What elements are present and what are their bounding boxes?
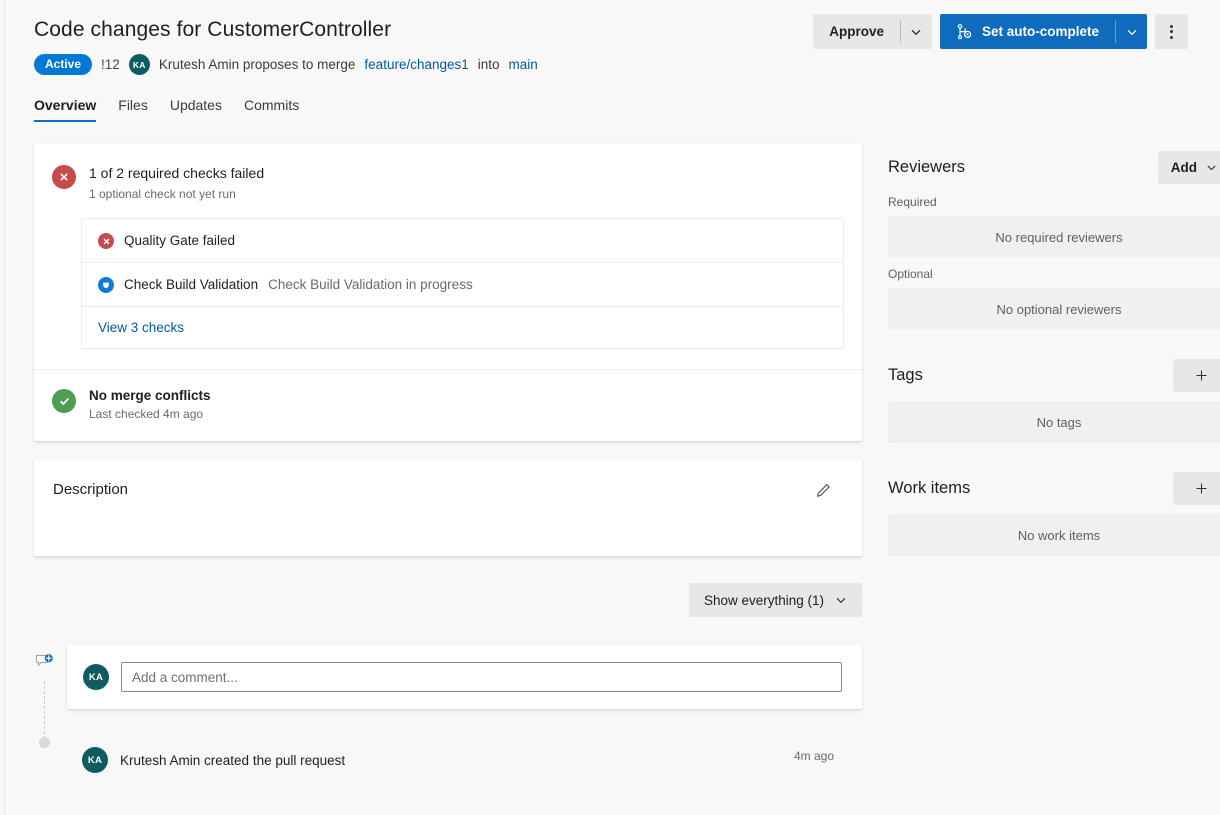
- tab-commits[interactable]: Commits: [244, 97, 299, 122]
- description-card: Description: [34, 459, 862, 556]
- status-badge: Active: [34, 54, 93, 75]
- plus-icon: [1196, 483, 1207, 493]
- description-title: Description: [53, 481, 129, 498]
- auto-complete-split-button: Set auto-complete: [939, 14, 1147, 49]
- timeline-rail: [31, 653, 59, 773]
- chevron-down-icon: [912, 29, 921, 35]
- activity-text: Krutesh Amin created the pull request: [120, 752, 346, 768]
- approve-dropdown-button[interactable]: [901, 14, 932, 49]
- tags-title: Tags: [888, 365, 923, 384]
- checkmark-circle-icon: [52, 389, 76, 413]
- required-reviewers-label: Required: [888, 195, 937, 209]
- avatar: KA: [83, 664, 109, 690]
- tags-header: Tags: [888, 356, 1220, 394]
- activity-timestamp: 4m ago: [793, 749, 834, 763]
- pencil-icon: [817, 484, 830, 497]
- merge-status-title: No merge conflicts: [89, 388, 211, 403]
- pr-meta-row: Active !12 KA Krutesh Amin proposes to m…: [34, 54, 1200, 75]
- show-everything-dropdown[interactable]: Show everything (1): [688, 583, 862, 617]
- approve-split-button: Approve: [813, 14, 932, 49]
- header-actions: Approve Set auto-complete: [813, 14, 1188, 49]
- error-circle-icon: [52, 165, 76, 189]
- set-auto-complete-label: Set auto-complete: [981, 24, 1099, 39]
- optional-reviewers-empty: No optional reviewers: [888, 288, 1220, 330]
- add-tag-button[interactable]: [1173, 358, 1220, 392]
- checks-summary-text: 1 of 2 required checks failed 1 optional…: [89, 164, 264, 201]
- check-name: Check Build Validation: [124, 277, 259, 292]
- required-reviewers-empty: No required reviewers: [888, 216, 1220, 258]
- source-branch-link[interactable]: feature/changes1: [364, 57, 468, 72]
- checks-card: 1 of 2 required checks failed 1 optional…: [34, 144, 862, 441]
- approve-button[interactable]: Approve: [813, 14, 900, 49]
- work-items-empty: No work items: [888, 514, 1220, 556]
- chevron-down-icon: [1207, 165, 1216, 170]
- tab-overview[interactable]: Overview: [34, 97, 97, 122]
- tags-empty: No tags: [888, 401, 1220, 443]
- check-name: Quality Gate failed: [124, 233, 236, 248]
- view-checks-link[interactable]: View 3 checks: [98, 320, 184, 335]
- add-reviewer-button[interactable]: Add: [1157, 150, 1220, 184]
- into-text: into: [477, 57, 500, 72]
- add-work-item-button[interactable]: [1173, 471, 1220, 505]
- branch-gear-icon: [957, 24, 972, 40]
- edit-description-button[interactable]: [815, 482, 832, 504]
- merge-status: No merge conflicts Last checked 4m ago: [34, 370, 862, 441]
- check-row[interactable]: Quality Gate failed: [82, 219, 843, 263]
- optional-reviewers-label: Optional: [888, 267, 933, 281]
- chevron-down-icon: [1127, 29, 1136, 35]
- work-items-section: Work items No work items: [888, 469, 1220, 556]
- pull-request-page: Code changes for CustomerController Acti…: [0, 0, 1220, 773]
- reviewers-title: Reviewers: [888, 157, 966, 176]
- timeline-connector: [44, 681, 45, 739]
- checks-summary-title: 1 of 2 required checks failed: [89, 165, 265, 181]
- activity-timeline: KA KA Krutesh Amin created the pull requ…: [34, 645, 862, 773]
- plus-icon: [1196, 370, 1207, 380]
- add-comment-card: KA: [67, 645, 862, 709]
- comment-input[interactable]: [121, 662, 842, 692]
- page-body: 1 of 2 required checks failed 1 optional…: [20, 122, 1220, 773]
- tab-files[interactable]: Files: [118, 97, 148, 122]
- avatar: KA: [82, 747, 108, 773]
- tags-section: Tags No tags: [888, 356, 1220, 443]
- avatar: KA: [128, 54, 150, 75]
- more-vertical-icon: [1170, 24, 1173, 28]
- tab-bar: Overview Files Updates Commits: [20, 75, 1200, 122]
- reviewers-header: Reviewers Add: [888, 148, 1220, 186]
- show-everything-label: Show everything (1): [703, 592, 824, 608]
- chevron-down-icon: [836, 597, 846, 604]
- checks-summary: 1 of 2 required checks failed 1 optional…: [34, 144, 862, 201]
- work-items-header: Work items: [888, 469, 1220, 507]
- checks-summary-subtitle: 1 optional check not yet run: [89, 187, 236, 201]
- check-status: Check Build Validation in progress: [268, 277, 473, 292]
- merge-status-subtitle: Last checked 4m ago: [89, 407, 204, 421]
- more-options-button[interactable]: [1155, 14, 1188, 49]
- merge-status-text: No merge conflicts Last checked 4m ago: [89, 388, 211, 421]
- activity-filter-row: Show everything (1): [34, 583, 862, 617]
- add-reviewer-label: Add: [1170, 159, 1197, 175]
- page-header: Code changes for CustomerController Acti…: [20, 0, 1200, 75]
- tab-updates[interactable]: Updates: [170, 97, 222, 122]
- proposes-text: Krutesh Amin proposes to merge: [158, 57, 356, 72]
- work-items-title: Work items: [888, 478, 971, 497]
- sidebar: Reviewers Add Required No required revie…: [888, 144, 1220, 773]
- in-progress-circle-icon: [98, 277, 114, 293]
- comment-add-icon: [35, 653, 55, 678]
- reviewers-section: Reviewers Add Required No required revie…: [888, 148, 1220, 330]
- main-column: 1 of 2 required checks failed 1 optional…: [34, 144, 862, 773]
- pr-id: !12: [101, 57, 120, 72]
- activity-entry: KA Krutesh Amin created the pull request…: [82, 747, 862, 773]
- auto-complete-dropdown-button[interactable]: [1116, 14, 1147, 49]
- set-auto-complete-button[interactable]: Set auto-complete: [940, 14, 1115, 49]
- view-checks-row: View 3 checks: [82, 307, 843, 348]
- check-row[interactable]: Check Build Validation Check Build Valid…: [82, 263, 843, 307]
- target-branch-link[interactable]: main: [509, 57, 538, 72]
- timeline-dot: [39, 737, 50, 748]
- checks-list: Quality Gate failed Check Build Validati…: [81, 218, 844, 349]
- error-circle-icon: [98, 233, 114, 249]
